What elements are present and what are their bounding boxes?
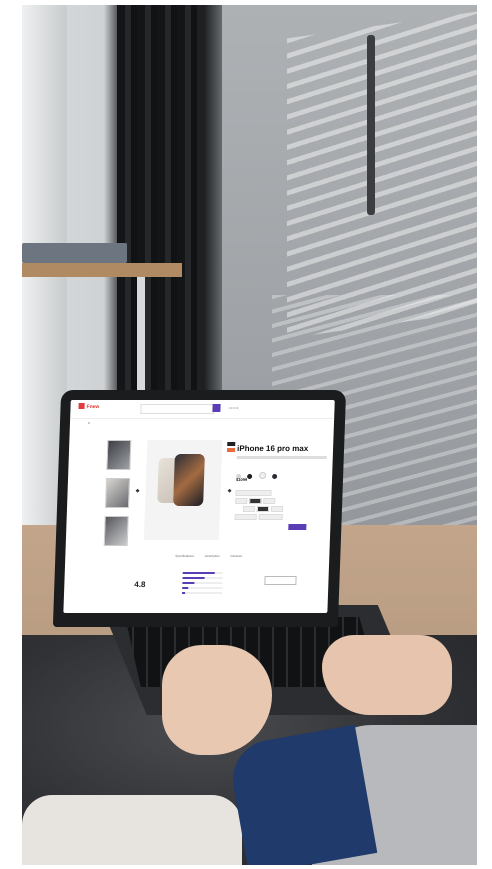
rating-bar	[182, 587, 223, 589]
side-table	[22, 263, 182, 277]
swatch[interactable]	[272, 474, 278, 479]
phone-front	[173, 454, 205, 506]
option[interactable]	[270, 506, 284, 512]
quantity-stepper[interactable]	[234, 514, 257, 520]
thumbnail-list[interactable]	[103, 440, 133, 554]
tab[interactable]: Specifications	[175, 554, 194, 558]
sofa	[22, 795, 242, 865]
product-title: iPhone 16 pro max	[236, 444, 309, 453]
logo[interactable]: Fnew	[86, 404, 99, 410]
add-to-cart-button[interactable]	[258, 514, 283, 520]
thumbnail[interactable]	[103, 516, 129, 546]
option[interactable]	[235, 498, 248, 504]
header-links[interactable]: • •• •• ••	[228, 406, 238, 410]
tab[interactable]: Description	[205, 554, 220, 558]
books	[22, 243, 127, 263]
options[interactable]	[234, 490, 316, 522]
table-leg	[137, 277, 145, 407]
next-arrow-icon[interactable]: ◆	[228, 488, 232, 494]
product-subtitle	[236, 456, 327, 459]
right-hand	[322, 635, 452, 715]
badge	[227, 442, 236, 446]
badge	[226, 448, 236, 452]
rating-bars	[182, 572, 223, 597]
rating-bar	[182, 572, 223, 574]
light-stripes	[287, 11, 477, 339]
thumbnail[interactable]	[106, 440, 132, 470]
prev-arrow-icon[interactable]: ◆	[136, 488, 140, 494]
rating-bar	[182, 582, 223, 584]
rating-bar	[182, 592, 223, 594]
option[interactable]	[263, 498, 276, 504]
product-tabs[interactable]: Specifications Description Reviews	[175, 554, 252, 558]
option[interactable]	[256, 506, 270, 512]
write-review-button[interactable]	[264, 576, 297, 585]
search-input[interactable]	[140, 404, 215, 414]
category-menu[interactable]: ≡	[70, 420, 334, 428]
rating-bar	[182, 577, 223, 579]
swatch[interactable]	[247, 474, 253, 479]
thumbnail[interactable]	[105, 478, 131, 508]
buy-button[interactable]	[288, 524, 307, 530]
option[interactable]	[242, 506, 256, 512]
search-button[interactable]	[212, 404, 221, 412]
product-image	[143, 440, 223, 540]
rating-summary: 4.8	[134, 580, 145, 589]
curtain	[117, 5, 197, 395]
sleeve	[226, 724, 378, 865]
laptop-lid: Fnew • •• •• •• ≡ ◆ ◆ iPhone 16 pro max …	[52, 390, 347, 627]
site-header: Fnew • •• •• ••	[70, 400, 335, 419]
laptop-screen: Fnew • •• •• •• ≡ ◆ ◆ iPhone 16 pro max …	[63, 400, 335, 613]
option[interactable]	[235, 490, 272, 496]
option[interactable]	[249, 498, 262, 504]
swatch[interactable]	[258, 472, 267, 479]
logo-icon	[78, 403, 85, 409]
wall-hook	[367, 35, 375, 215]
rating-value: 4.8	[134, 580, 146, 589]
price: $1099	[235, 477, 248, 482]
tab[interactable]: Reviews	[230, 554, 241, 558]
photo: Fnew • •• •• •• ≡ ◆ ◆ iPhone 16 pro max …	[22, 5, 477, 865]
